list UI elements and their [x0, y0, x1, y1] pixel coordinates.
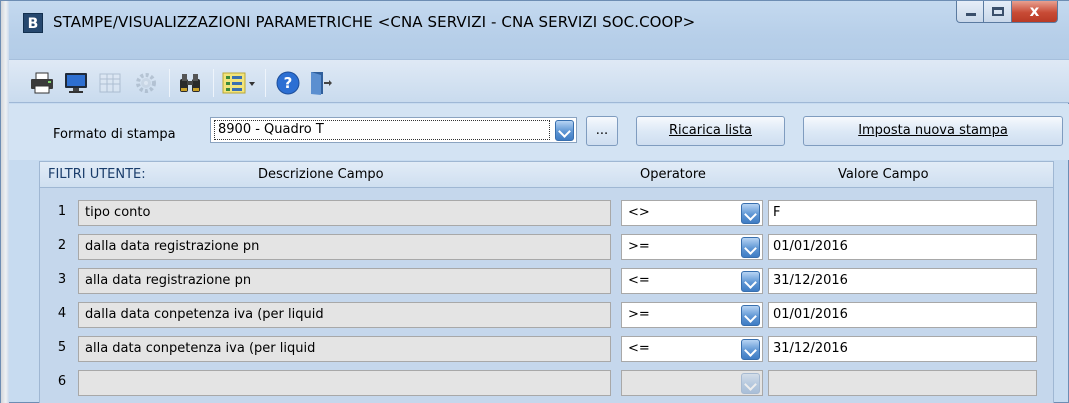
- operator-select[interactable]: <=: [621, 268, 763, 294]
- exit-button[interactable]: [307, 70, 333, 96]
- reload-list-button[interactable]: Ricarica lista: [636, 116, 785, 146]
- chevron-down-icon[interactable]: [741, 339, 760, 360]
- minimize-button[interactable]: [956, 1, 984, 23]
- operator-select[interactable]: <>: [621, 200, 763, 226]
- gear-icon: [136, 73, 156, 93]
- chevron-down-icon[interactable]: [741, 271, 760, 292]
- filters-grid: 1 tipo conto <> F 2 dalla data registraz…: [39, 188, 1054, 403]
- title-bar[interactable]: B STAMPE/VISUALIZZAZIONI PARAMETRICHE <C…: [9, 1, 1069, 59]
- row-number: 3: [57, 272, 67, 287]
- browse-button[interactable]: ...: [586, 116, 618, 146]
- column-header-operator: Operatore: [640, 167, 706, 182]
- operator-select[interactable]: >=: [621, 302, 763, 328]
- close-icon: x: [1029, 2, 1040, 20]
- chevron-down-icon[interactable]: [555, 120, 574, 141]
- minimize-icon: [966, 13, 976, 16]
- search-button[interactable]: [177, 70, 203, 96]
- spreadsheet-icon: [99, 73, 121, 93]
- field-description: tipo conto: [78, 200, 611, 226]
- row-number: 5: [57, 340, 67, 355]
- field-description: dalla data registrazione pn: [78, 234, 611, 260]
- value-field[interactable]: 31/12/2016: [768, 336, 1037, 362]
- caption-buttons: x: [956, 1, 1058, 25]
- list-dropdown-icon: [222, 72, 255, 94]
- printer-icon: [31, 72, 53, 94]
- field-description: dalla data conpetenza iva (per liquid: [78, 302, 611, 328]
- chevron-down-icon[interactable]: [741, 373, 760, 394]
- column-header-description: Descrizione Campo: [258, 167, 384, 182]
- format-label: Formato di stampa: [53, 127, 176, 142]
- row-number: 2: [57, 238, 67, 253]
- operator-value: <=: [628, 273, 650, 288]
- chevron-down-icon[interactable]: [741, 305, 760, 326]
- help-button[interactable]: ?: [275, 70, 301, 96]
- value-field[interactable]: F: [768, 200, 1037, 226]
- filters-heading: FILTRI UTENTE:: [48, 167, 146, 182]
- toolbar-separator: [169, 69, 170, 97]
- row-number: 6: [57, 374, 67, 389]
- new-print-button[interactable]: Imposta nuova stampa: [803, 116, 1063, 146]
- field-description: alla data registrazione pn: [78, 268, 611, 294]
- value-field[interactable]: [768, 370, 1037, 396]
- print-button[interactable]: [29, 70, 55, 96]
- filter-row: 3 alla data registrazione pn <= 31/12/20…: [40, 266, 1055, 296]
- toolbar-separator: [213, 69, 214, 97]
- filter-row: 4 dalla data conpetenza iva (per liquid …: [40, 300, 1055, 330]
- operator-value: <>: [628, 205, 650, 220]
- field-description: [78, 370, 611, 396]
- close-button[interactable]: x: [1012, 1, 1058, 23]
- monitor-icon: [65, 73, 87, 93]
- filter-row: 1 tipo conto <> F: [40, 198, 1055, 228]
- toolbar: ?: [9, 59, 1069, 103]
- operator-select[interactable]: <=: [621, 336, 763, 362]
- export-sheet-button[interactable]: [97, 70, 123, 96]
- preview-button[interactable]: [63, 70, 89, 96]
- filter-row: 6: [40, 368, 1055, 398]
- list-options-button[interactable]: [221, 70, 259, 96]
- toolbar-separator: [265, 69, 266, 97]
- format-select-value: 8900 - Quadro T: [214, 120, 550, 140]
- settings-button[interactable]: [133, 70, 159, 96]
- binoculars-icon: [180, 74, 200, 92]
- chevron-down-icon[interactable]: [741, 237, 760, 258]
- maximize-button[interactable]: [984, 1, 1012, 23]
- filters-grid-header: FILTRI UTENTE: Descrizione Campo Operato…: [39, 161, 1054, 188]
- value-field[interactable]: 01/01/2016: [768, 302, 1037, 328]
- reload-list-label: Ricarica lista: [668, 123, 753, 138]
- filter-row: 2 dalla data registrazione pn >= 01/01/2…: [40, 232, 1055, 262]
- filter-row: 5 alla data conpetenza iva (per liquid <…: [40, 334, 1055, 364]
- operator-value: >=: [628, 307, 650, 322]
- maximize-icon: [992, 7, 1004, 16]
- help-icon: ?: [276, 71, 300, 95]
- column-header-value: Valore Campo: [838, 167, 929, 182]
- field-description: alla data conpetenza iva (per liquid: [78, 336, 611, 362]
- row-number: 4: [57, 306, 67, 321]
- window-left-edge: [1, 1, 9, 403]
- print-window: B STAMPE/VISUALIZZAZIONI PARAMETRICHE <C…: [0, 0, 1069, 403]
- operator-value: >=: [628, 239, 650, 254]
- row-number: 1: [57, 204, 67, 219]
- exit-door-icon: [311, 72, 332, 95]
- value-field[interactable]: 31/12/2016: [768, 268, 1037, 294]
- operator-value: <=: [628, 341, 650, 356]
- format-row: Formato di stampa 8900 - Quadro T ... Ri…: [9, 104, 1069, 160]
- operator-select[interactable]: [621, 370, 763, 396]
- new-print-label: Imposta nuova stampa: [858, 123, 1008, 138]
- svg-text:?: ?: [284, 74, 293, 92]
- value-field[interactable]: 01/01/2016: [768, 234, 1037, 260]
- operator-select[interactable]: >=: [621, 234, 763, 260]
- chevron-down-icon[interactable]: [741, 203, 760, 224]
- window-title: STAMPE/VISUALIZZAZIONI PARAMETRICHE <CNA…: [53, 13, 696, 31]
- app-icon: B: [23, 13, 43, 33]
- format-select[interactable]: 8900 - Quadro T: [210, 117, 577, 143]
